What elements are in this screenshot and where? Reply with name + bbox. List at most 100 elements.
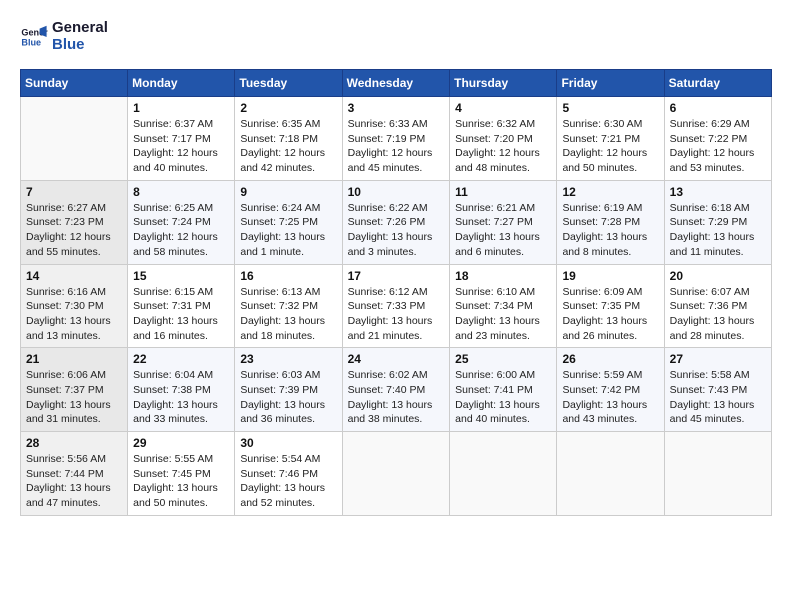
calendar-cell <box>342 432 450 516</box>
day-number: 7 <box>26 185 122 199</box>
calendar-cell: 7Sunrise: 6:27 AMSunset: 7:23 PMDaylight… <box>21 180 128 264</box>
day-number: 4 <box>455 101 551 115</box>
day-number: 1 <box>133 101 229 115</box>
weekday-header: Friday <box>557 70 664 97</box>
calendar-body: 1 Sunrise: 6:37 AMSunset: 7:17 PMDaylight… <box>21 97 772 516</box>
calendar-week-row: 1 Sunrise: 6:37 AMSunset: 7:17 PMDaylight… <box>21 97 772 181</box>
day-info: Sunrise: 6:03 AMSunset: 7:39 PMDaylight:… <box>240 368 336 427</box>
day-info: Sunrise: 6:12 AMSunset: 7:33 PMDaylight:… <box>348 285 445 344</box>
calendar-cell: 11 Sunrise: 6:21 AMSunset: 7:27 PMDayligh… <box>450 180 557 264</box>
day-info: Sunrise: 6:35 AMSunset: 7:18 PMDaylight:… <box>240 117 336 176</box>
logo: General Blue General Blue <box>20 20 108 53</box>
day-number: 2 <box>240 101 336 115</box>
day-info: Sunrise: 6:30 AMSunset: 7:21 PMDaylight:… <box>562 117 658 176</box>
calendar-table: SundayMondayTuesdayWednesdayThursdayFrid… <box>20 69 772 516</box>
day-number: 27 <box>670 352 766 366</box>
weekday-header: Monday <box>128 70 235 97</box>
day-number: 22 <box>133 352 229 366</box>
weekday-header: Wednesday <box>342 70 450 97</box>
day-info: Sunrise: 5:55 AMSunset: 7:45 PMDaylight:… <box>133 452 229 511</box>
calendar-cell: 8Sunrise: 6:25 AMSunset: 7:24 PMDaylight… <box>128 180 235 264</box>
day-info: Sunrise: 5:58 AMSunset: 7:43 PMDaylight:… <box>670 368 766 427</box>
calendar-cell: 5 Sunrise: 6:30 AMSunset: 7:21 PMDaylight… <box>557 97 664 181</box>
day-info: Sunrise: 6:29 AMSunset: 7:22 PMDaylight:… <box>670 117 766 176</box>
calendar-cell: 30 Sunrise: 5:54 AMSunset: 7:46 PMDayligh… <box>235 432 342 516</box>
logo-blue: Blue <box>52 37 108 54</box>
calendar-cell: 28 Sunrise: 5:56 AMSunset: 7:44 PMDayligh… <box>21 432 128 516</box>
day-info: Sunrise: 6:02 AMSunset: 7:40 PMDaylight:… <box>348 368 445 427</box>
day-info: Sunrise: 6:06 AMSunset: 7:37 PMDaylight:… <box>26 368 122 427</box>
day-number: 13 <box>670 185 766 199</box>
calendar-cell <box>450 432 557 516</box>
calendar-cell: 23 Sunrise: 6:03 AMSunset: 7:39 PMDayligh… <box>235 348 342 432</box>
day-info: Sunrise: 5:56 AMSunset: 7:44 PMDaylight:… <box>26 452 122 511</box>
weekday-header: Saturday <box>664 70 771 97</box>
calendar-header: SundayMondayTuesdayWednesdayThursdayFrid… <box>21 70 772 97</box>
day-number: 3 <box>348 101 445 115</box>
day-info: Sunrise: 6:21 AMSunset: 7:27 PMDaylight:… <box>455 201 551 260</box>
calendar-cell: 27 Sunrise: 5:58 AMSunset: 7:43 PMDayligh… <box>664 348 771 432</box>
day-info: Sunrise: 5:54 AMSunset: 7:46 PMDaylight:… <box>240 452 336 511</box>
day-info: Sunrise: 5:59 AMSunset: 7:42 PMDaylight:… <box>562 368 658 427</box>
calendar-cell: 24 Sunrise: 6:02 AMSunset: 7:40 PMDayligh… <box>342 348 450 432</box>
calendar-cell <box>557 432 664 516</box>
calendar-cell: 17 Sunrise: 6:12 AMSunset: 7:33 PMDayligh… <box>342 264 450 348</box>
calendar-cell: 19Sunrise: 6:09 AMSunset: 7:35 PMDayligh… <box>557 264 664 348</box>
calendar-cell: 4 Sunrise: 6:32 AMSunset: 7:20 PMDaylight… <box>450 97 557 181</box>
calendar-cell: 16 Sunrise: 6:13 AMSunset: 7:32 PMDayligh… <box>235 264 342 348</box>
calendar-cell <box>664 432 771 516</box>
calendar-week-row: 14Sunrise: 6:16 AMSunset: 7:30 PMDayligh… <box>21 264 772 348</box>
calendar-cell: 12Sunrise: 6:19 AMSunset: 7:28 PMDayligh… <box>557 180 664 264</box>
calendar-cell: 21Sunrise: 6:06 AMSunset: 7:37 PMDayligh… <box>21 348 128 432</box>
day-number: 26 <box>562 352 658 366</box>
day-info: Sunrise: 6:07 AMSunset: 7:36 PMDaylight:… <box>670 285 766 344</box>
calendar-cell: 25Sunrise: 6:00 AMSunset: 7:41 PMDayligh… <box>450 348 557 432</box>
calendar-week-row: 7Sunrise: 6:27 AMSunset: 7:23 PMDaylight… <box>21 180 772 264</box>
day-number: 28 <box>26 436 122 450</box>
day-number: 6 <box>670 101 766 115</box>
calendar-cell: 26 Sunrise: 5:59 AMSunset: 7:42 PMDayligh… <box>557 348 664 432</box>
calendar-cell: 1 Sunrise: 6:37 AMSunset: 7:17 PMDaylight… <box>128 97 235 181</box>
day-number: 24 <box>348 352 445 366</box>
day-number: 30 <box>240 436 336 450</box>
day-number: 8 <box>133 185 229 199</box>
calendar-cell: 14Sunrise: 6:16 AMSunset: 7:30 PMDayligh… <box>21 264 128 348</box>
day-info: Sunrise: 6:13 AMSunset: 7:32 PMDaylight:… <box>240 285 336 344</box>
calendar-cell: 18Sunrise: 6:10 AMSunset: 7:34 PMDayligh… <box>450 264 557 348</box>
calendar-cell <box>21 97 128 181</box>
day-number: 17 <box>348 269 445 283</box>
day-number: 12 <box>562 185 658 199</box>
day-number: 9 <box>240 185 336 199</box>
calendar-cell: 2 Sunrise: 6:35 AMSunset: 7:18 PMDaylight… <box>235 97 342 181</box>
weekday-header: Thursday <box>450 70 557 97</box>
logo-icon: General Blue <box>20 23 48 51</box>
calendar-week-row: 21Sunrise: 6:06 AMSunset: 7:37 PMDayligh… <box>21 348 772 432</box>
day-number: 10 <box>348 185 445 199</box>
weekday-header: Sunday <box>21 70 128 97</box>
calendar-cell: 3 Sunrise: 6:33 AMSunset: 7:19 PMDaylight… <box>342 97 450 181</box>
day-number: 5 <box>562 101 658 115</box>
calendar-cell: 6 Sunrise: 6:29 AMSunset: 7:22 PMDaylight… <box>664 97 771 181</box>
day-info: Sunrise: 6:15 AMSunset: 7:31 PMDaylight:… <box>133 285 229 344</box>
day-info: Sunrise: 6:04 AMSunset: 7:38 PMDaylight:… <box>133 368 229 427</box>
day-number: 11 <box>455 185 551 199</box>
day-info: Sunrise: 6:37 AMSunset: 7:17 PMDaylight:… <box>133 117 229 176</box>
day-number: 16 <box>240 269 336 283</box>
day-info: Sunrise: 6:16 AMSunset: 7:30 PMDaylight:… <box>26 285 122 344</box>
day-number: 15 <box>133 269 229 283</box>
calendar-week-row: 28 Sunrise: 5:56 AMSunset: 7:44 PMDayligh… <box>21 432 772 516</box>
logo-general: General <box>52 20 108 37</box>
calendar-cell: 20 Sunrise: 6:07 AMSunset: 7:36 PMDayligh… <box>664 264 771 348</box>
day-info: Sunrise: 6:33 AMSunset: 7:19 PMDaylight:… <box>348 117 445 176</box>
day-number: 20 <box>670 269 766 283</box>
day-number: 23 <box>240 352 336 366</box>
day-info: Sunrise: 6:22 AMSunset: 7:26 PMDaylight:… <box>348 201 445 260</box>
day-info: Sunrise: 6:10 AMSunset: 7:34 PMDaylight:… <box>455 285 551 344</box>
svg-text:Blue: Blue <box>21 37 41 47</box>
day-info: Sunrise: 6:18 AMSunset: 7:29 PMDaylight:… <box>670 201 766 260</box>
weekday-header: Tuesday <box>235 70 342 97</box>
day-number: 19 <box>562 269 658 283</box>
page-header: General Blue General Blue <box>20 20 772 53</box>
day-info: Sunrise: 6:32 AMSunset: 7:20 PMDaylight:… <box>455 117 551 176</box>
day-number: 29 <box>133 436 229 450</box>
